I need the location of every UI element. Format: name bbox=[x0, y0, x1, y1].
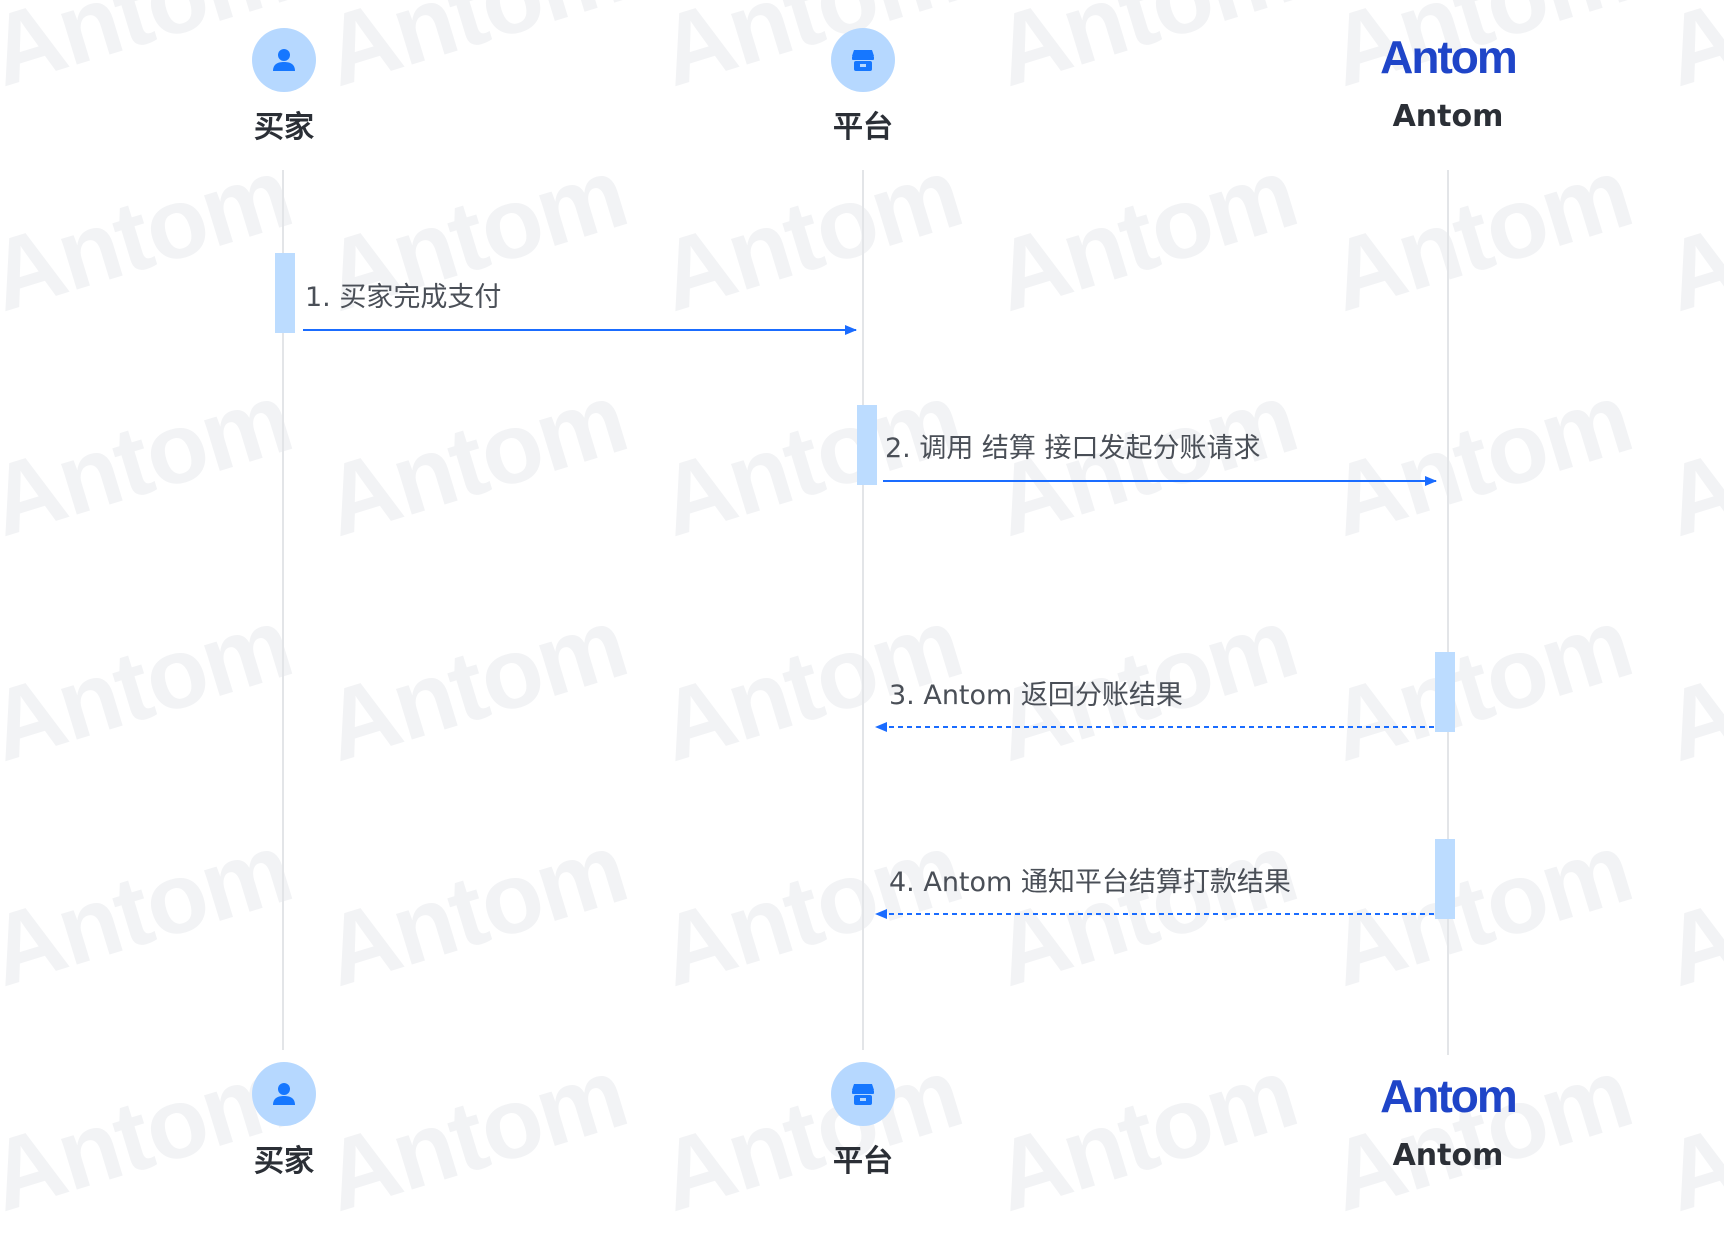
participant-platform-top: 平台 bbox=[743, 28, 983, 146]
person-icon bbox=[252, 1062, 316, 1126]
sequence-canvas bbox=[275, 170, 1455, 1055]
antom-logo: Antom bbox=[1380, 1072, 1518, 1120]
store-icon bbox=[831, 1062, 895, 1126]
message-label-4: 4. Antom 通知平台结算打款结果 bbox=[889, 867, 1291, 898]
participant-label-buyer: 买家 bbox=[254, 1144, 314, 1179]
participant-label-antom: Antom bbox=[1392, 99, 1504, 134]
participant-label-buyer: 买家 bbox=[254, 110, 314, 145]
activation-bar-antom-2 bbox=[1435, 839, 1455, 919]
message-label-3: 3. Antom 返回分账结果 bbox=[889, 680, 1183, 711]
person-icon bbox=[252, 28, 316, 92]
participant-label-antom: Antom bbox=[1392, 1138, 1504, 1173]
antom-logo-text: Antom bbox=[1380, 33, 1516, 81]
antom-logo-text: Antom bbox=[1380, 1072, 1516, 1120]
participant-platform-bottom: 平台 bbox=[743, 1062, 983, 1180]
store-icon bbox=[831, 28, 895, 92]
activation-bar-buyer bbox=[275, 253, 295, 333]
message-label-2: 2. 调用 结算 接口发起分账请求 bbox=[885, 433, 1261, 464]
participant-antom-bottom: Antom Antom bbox=[1328, 1072, 1568, 1173]
participant-buyer-top: 买家 bbox=[164, 28, 404, 146]
message-label-1: 1. 买家完成支付 bbox=[305, 282, 502, 313]
participant-label-platform: 平台 bbox=[833, 1144, 893, 1179]
activation-bar-antom-1 bbox=[1435, 652, 1455, 732]
participant-label-platform: 平台 bbox=[833, 110, 893, 145]
participant-antom-top: Antom Antom bbox=[1328, 33, 1568, 134]
antom-logo: Antom bbox=[1380, 33, 1518, 81]
sequence-diagram: 1. 买家完成支付 2. 调用 结算 接口发起分账请求 3. Antom 返回分… bbox=[0, 0, 1724, 1200]
participant-buyer-bottom: 买家 bbox=[164, 1062, 404, 1180]
activation-bar-platform bbox=[857, 405, 877, 485]
